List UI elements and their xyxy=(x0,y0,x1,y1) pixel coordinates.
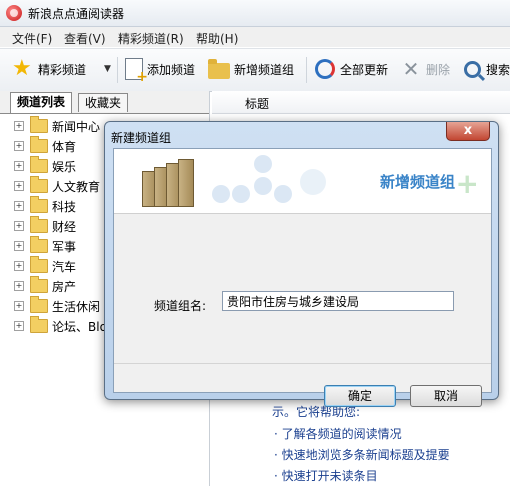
expand-icon[interactable]: + xyxy=(14,261,24,271)
search-label: 搜索 xyxy=(486,62,510,77)
add-channel-label: 添加频道 xyxy=(147,62,196,77)
expand-icon[interactable]: + xyxy=(14,201,24,211)
delete-x-icon: ✕ xyxy=(402,57,420,81)
channel-tabs: 频道列表 收藏夹 xyxy=(0,91,209,114)
tree-item-auto[interactable]: + 汽车 xyxy=(14,256,76,276)
expand-icon[interactable]: + xyxy=(14,241,24,251)
tree-item-label: 体育 xyxy=(52,139,77,154)
new-folder-icon xyxy=(208,59,230,79)
new-channel-group-dialog: 新建频道组 x 新增频道组 + 频道组名: 确定 取消 xyxy=(104,121,499,407)
expand-icon[interactable]: + xyxy=(14,181,24,191)
tree-item-forum-blog[interactable]: + 论坛、Blog xyxy=(14,316,115,336)
menubar: 文件(F) 查看(V) 精彩频道(R) 帮助(H) xyxy=(0,27,510,47)
expand-icon[interactable]: + xyxy=(14,221,24,231)
tree-item-label: 生活休闲 xyxy=(52,299,101,314)
tree-item-label: 新闻中心 xyxy=(52,119,101,134)
info-bullet: · 快速打开未读条目 xyxy=(274,469,378,483)
tree-item-humanities[interactable]: + 人文教育 xyxy=(14,176,100,196)
folder-icon xyxy=(30,316,48,333)
menu-featured-channels[interactable]: 精彩频道(R) xyxy=(118,30,184,47)
search-icon xyxy=(464,60,481,78)
folder-icon xyxy=(30,176,48,193)
refresh-icon xyxy=(315,59,335,79)
folder-icon xyxy=(30,196,48,213)
folder-icon xyxy=(30,116,48,133)
search-button[interactable]: 搜索 xyxy=(463,55,510,83)
tree-item-label: 娱乐 xyxy=(52,159,77,174)
folder-icon xyxy=(30,296,48,313)
ok-button[interactable]: 确定 xyxy=(324,385,396,407)
toolbar-separator xyxy=(117,57,118,83)
expand-icon[interactable]: + xyxy=(14,141,24,151)
folder-icon xyxy=(30,256,48,273)
cancel-button[interactable]: 取消 xyxy=(410,385,482,407)
star-icon: ★ xyxy=(12,56,32,81)
expand-icon[interactable]: + xyxy=(14,161,24,171)
tree-item-label: 科技 xyxy=(52,199,77,214)
featured-channels-label: 精彩频道 xyxy=(38,62,87,77)
expand-icon[interactable]: + xyxy=(14,301,24,311)
folder-icon xyxy=(30,276,48,293)
window-titlebar: 新浪点点通阅读器 xyxy=(0,0,510,27)
group-name-input[interactable] xyxy=(222,291,454,311)
update-all-label: 全部更新 xyxy=(340,62,389,77)
window-title: 新浪点点通阅读器 xyxy=(28,7,125,21)
menu-view[interactable]: 查看(V) xyxy=(64,30,106,47)
tree-item-entertainment[interactable]: + 娱乐 xyxy=(14,156,76,176)
tree-item-label: 房产 xyxy=(52,279,77,294)
dialog-banner: 新增频道组 + xyxy=(114,149,491,214)
folder-icon xyxy=(30,216,48,233)
delete-label: 删除 xyxy=(426,62,451,77)
delete-button[interactable]: ✕ 删除 xyxy=(400,55,450,83)
column-header-title[interactable]: 标题 xyxy=(212,91,510,114)
folders-stack-icon xyxy=(142,157,204,207)
tree-item-finance[interactable]: + 财经 xyxy=(14,216,76,236)
tree-item-lifestyle[interactable]: + 生活休闲 xyxy=(14,296,100,316)
expand-icon[interactable]: + xyxy=(14,121,24,131)
tree-item-label: 汽车 xyxy=(52,259,77,274)
tree-item-news[interactable]: + 新闻中心 xyxy=(14,116,100,136)
tree-item-tech[interactable]: + 科技 xyxy=(14,196,76,216)
dialog-close-button[interactable]: x xyxy=(446,122,490,141)
tab-favorites[interactable]: 收藏夹 xyxy=(78,93,129,112)
add-document-icon xyxy=(125,58,148,85)
update-all-button[interactable]: 全部更新 xyxy=(314,55,388,83)
dialog-body: 新增频道组 + 频道组名: 确定 取消 xyxy=(113,148,492,407)
tree-item-label: 军事 xyxy=(52,239,77,254)
folder-icon xyxy=(30,136,48,153)
info-bullet: · 快速地浏览多条新闻标题及提要 xyxy=(274,448,450,462)
dialog-title: 新建频道组 xyxy=(111,131,172,145)
menu-file[interactable]: 文件(F) xyxy=(12,30,52,47)
plus-decoration-icon: + xyxy=(455,167,479,200)
tab-channel-list[interactable]: 频道列表 xyxy=(10,92,73,113)
expand-icon[interactable]: + xyxy=(14,281,24,291)
tree-item-real-estate[interactable]: + 房产 xyxy=(14,276,76,296)
toolbar-separator xyxy=(306,57,307,83)
dialog-separator xyxy=(114,363,491,364)
featured-dropdown-arrow-icon[interactable]: ▼ xyxy=(104,62,111,76)
tree-item-label: 财经 xyxy=(52,219,77,234)
add-channel-button[interactable]: 添加频道 xyxy=(122,55,196,85)
folder-icon xyxy=(30,236,48,253)
folder-icon xyxy=(30,156,48,173)
new-group-button[interactable]: 新增频道组 xyxy=(208,55,294,83)
dialog-banner-title: 新增频道组 xyxy=(379,173,455,191)
toolbar: ★ 精彩频道 ▼ 添加频道 新增频道组 全部更新 ✕ 删除 搜索 xyxy=(0,48,510,92)
new-group-label: 新增频道组 xyxy=(234,62,295,77)
app-logo-icon xyxy=(6,5,22,21)
menu-help[interactable]: 帮助(H) xyxy=(196,30,238,47)
tree-item-military[interactable]: + 军事 xyxy=(14,236,76,256)
expand-icon[interactable]: + xyxy=(14,321,24,331)
group-name-label: 频道组名: xyxy=(154,299,207,313)
column-header-label: 标题 xyxy=(245,97,270,111)
info-bullet: · 了解各频道的阅读情况 xyxy=(274,427,402,441)
tree-item-sports[interactable]: + 体育 xyxy=(14,136,76,156)
tree-item-label: 人文教育 xyxy=(52,179,101,194)
featured-channels-button[interactable]: ★ 精彩频道 xyxy=(12,55,86,83)
